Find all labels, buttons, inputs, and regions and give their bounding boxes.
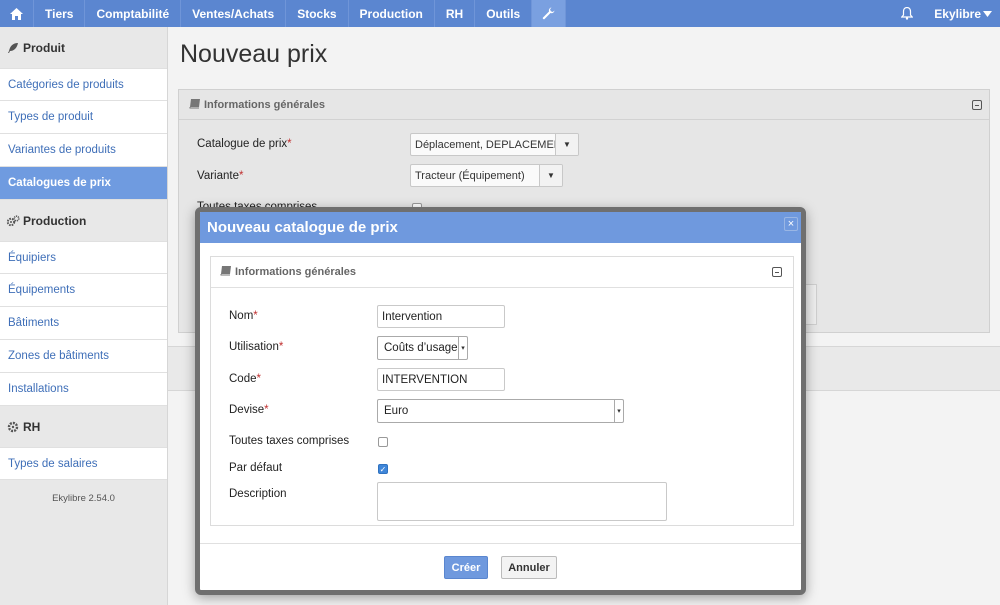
top-navbar: Tiers Comptabilité Ventes/Achats Stocks … <box>0 0 1000 27</box>
caret-down-icon: ▼ <box>539 165 562 186</box>
wrench-icon <box>542 7 555 20</box>
close-icon[interactable]: × <box>784 217 798 231</box>
devise-select-value: Euro <box>384 405 409 417</box>
devise-select[interactable]: Euro ▾ <box>377 399 624 423</box>
modal-ttc-checkbox[interactable] <box>378 437 388 447</box>
sidebar-item-equipements[interactable]: Équipements <box>0 274 167 307</box>
home-icon <box>10 7 23 20</box>
code-label: Code* <box>229 373 261 385</box>
sidebar-item-equipiers[interactable]: Équipiers <box>0 241 167 274</box>
nav-outils[interactable]: Outils <box>475 0 533 27</box>
catalogue-select-value: Déplacement, DEPLACEMENT <box>415 138 569 151</box>
gears-icon <box>6 214 20 228</box>
panel-header: Informations générales <box>179 90 989 120</box>
nav-ventes-achats[interactable]: Ventes/Achats <box>181 0 287 27</box>
defaut-checkbox[interactable]: ✓ <box>378 464 388 474</box>
user-name: Ekylibre <box>934 6 981 21</box>
variante-select[interactable]: Tracteur (Équipement) ▼ <box>410 164 563 187</box>
code-input[interactable]: INTERVENTION <box>377 368 505 391</box>
nom-label: Nom* <box>229 310 258 322</box>
nav-rh[interactable]: RH <box>435 0 476 27</box>
book-icon <box>220 265 232 279</box>
nav-tiers[interactable]: Tiers <box>34 0 86 27</box>
sidebar-item-types-salaires[interactable]: Types de salaires <box>0 447 167 480</box>
modal-ttc-label: Toutes taxes comprises <box>229 435 350 447</box>
gear-icon <box>6 420 20 434</box>
modal-footer: Créer Annuler <box>200 543 801 590</box>
home-button[interactable] <box>0 0 34 27</box>
sidebar-item-installations[interactable]: Installations <box>0 373 167 406</box>
cancel-button[interactable]: Annuler <box>501 556 557 579</box>
sidebar-item-catalogues[interactable]: Catalogues de prix <box>0 167 167 200</box>
modal-general-info-panel: Informations générales Nom* Intervention… <box>210 256 794 526</box>
modal-header: Nouveau catalogue de prix <box>200 212 801 243</box>
app-version: Ekylibre 2.54.0 <box>52 493 115 504</box>
sidebar-section-title: Production <box>23 213 87 228</box>
nav-comptabilite[interactable]: Comptabilité <box>85 0 182 27</box>
book-icon <box>189 98 201 112</box>
sidebar-section-produit: Produit <box>0 27 167 68</box>
utilisation-label: Utilisation* <box>229 341 284 353</box>
create-button[interactable]: Créer <box>444 556 488 579</box>
sidebar: Produit Catégories de produits Types de … <box>0 27 168 605</box>
page-title: Nouveau prix <box>180 40 328 68</box>
sidebar-item-categories[interactable]: Catégories de produits <box>0 68 167 101</box>
sidebar-section-title: Produit <box>23 40 65 55</box>
new-catalogue-modal: Nouveau catalogue de prix × Informations… <box>195 207 806 595</box>
defaut-label: Par défaut <box>229 462 283 474</box>
description-textarea[interactable] <box>377 482 667 521</box>
sidebar-section-production: Production <box>0 200 167 241</box>
feather-icon <box>6 41 20 55</box>
sidebar-item-batiments[interactable]: Bâtiments <box>0 307 167 340</box>
caret-updown-icon: ▾ <box>458 337 467 359</box>
sidebar-section-rh: RH <box>0 406 167 447</box>
devise-label: Devise* <box>229 404 269 416</box>
notifications-button[interactable] <box>892 0 922 27</box>
modal-title: Nouveau catalogue de prix <box>207 219 398 236</box>
sidebar-item-variantes[interactable]: Variantes de produits <box>0 134 167 167</box>
collapse-icon[interactable] <box>972 100 982 110</box>
bell-icon <box>901 7 914 20</box>
nav-stocks[interactable]: Stocks <box>286 0 349 27</box>
nom-input[interactable]: Intervention <box>377 305 505 328</box>
modal-panel-title: Informations générales <box>235 266 357 278</box>
utilisation-select[interactable]: Coûts d’usage ▾ <box>377 336 468 360</box>
sidebar-item-types-produit[interactable]: Types de produit <box>0 101 167 134</box>
catalogue-label: Catalogue de prix* <box>197 138 292 150</box>
nav-production[interactable]: Production <box>349 0 435 27</box>
caret-down-icon: ▼ <box>555 134 578 155</box>
caret-down-icon <box>983 10 992 17</box>
variante-label: Variante* <box>197 170 244 182</box>
modal-panel-header: Informations générales <box>211 257 793 288</box>
catalogue-select[interactable]: Déplacement, DEPLACEMENT ▼ <box>410 133 579 156</box>
caret-updown-icon: ▾ <box>614 400 623 422</box>
panel-title: Informations générales <box>204 98 326 111</box>
user-menu[interactable]: Ekylibre <box>922 0 1000 27</box>
variante-select-value: Tracteur (Équipement) <box>415 169 525 182</box>
utilisation-select-value: Coûts d’usage <box>384 342 458 354</box>
sidebar-section-title: RH <box>23 419 41 434</box>
nav-settings[interactable] <box>532 0 567 27</box>
collapse-icon[interactable] <box>772 267 782 277</box>
description-label: Description <box>229 488 287 500</box>
sidebar-item-zones-batiments[interactable]: Zones de bâtiments <box>0 340 167 373</box>
